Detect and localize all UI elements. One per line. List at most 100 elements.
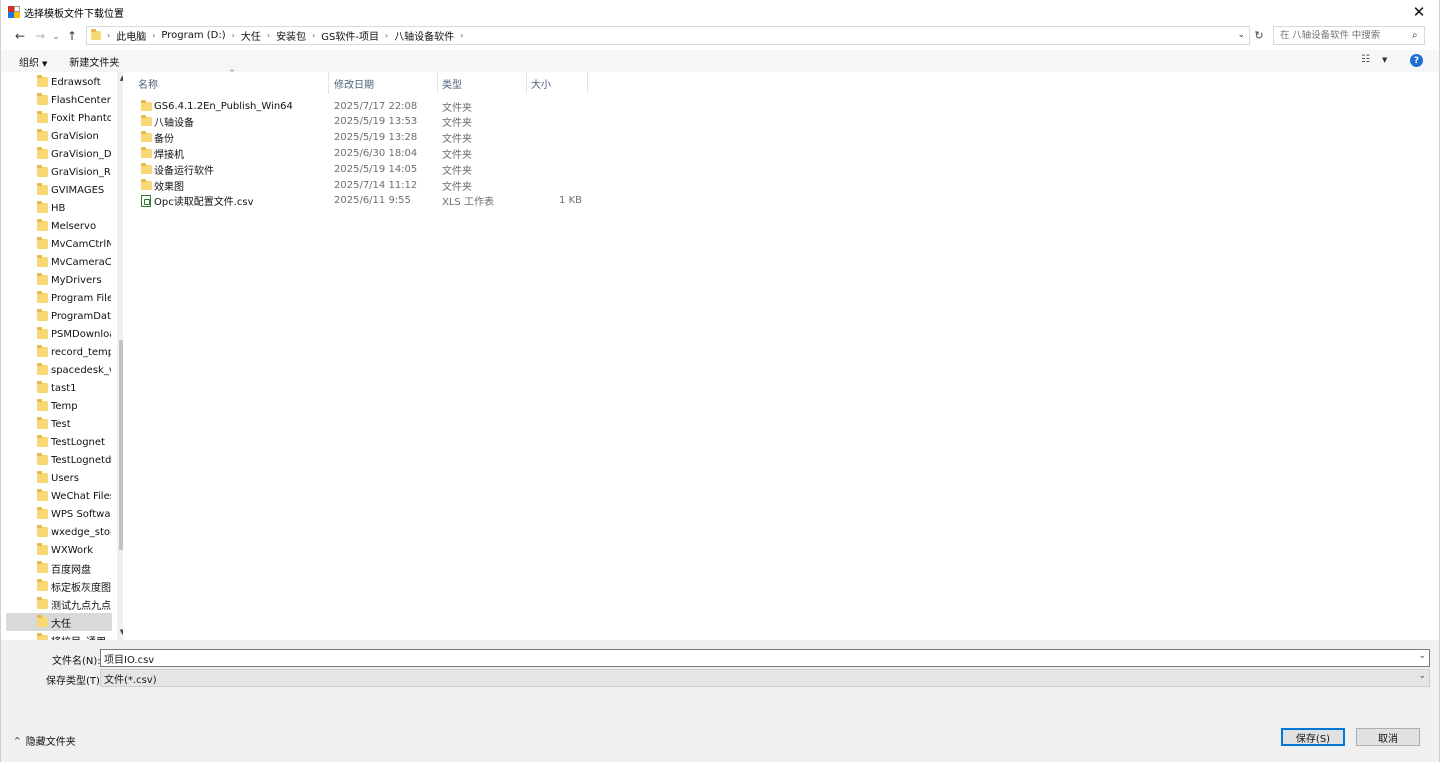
chevron-right-icon[interactable]: › (312, 31, 315, 40)
column-header-type[interactable]: 类型 (439, 72, 527, 94)
sort-ascending-icon: ^ (229, 69, 235, 77)
navigation-bar: ← → ⌄ ↑ › 此电脑 › Program (D:) › 大任 › 安装包 … (0, 24, 1440, 48)
scroll-up-arrow-icon[interactable]: ▲ (117, 74, 123, 82)
sidebar-item[interactable]: 标定板灰度图 (6, 577, 112, 595)
sidebar-item[interactable]: wxedge_storage (6, 523, 112, 541)
search-input[interactable] (1274, 30, 1412, 41)
caret-down-icon[interactable]: ▼ (1382, 56, 1387, 64)
file-type: 文件夹 (442, 118, 472, 130)
sidebar-item[interactable]: GraVision_RELEASE (6, 163, 112, 181)
folder-icon (37, 147, 48, 159)
chevron-down-icon[interactable]: ⌄ (1237, 30, 1245, 40)
sidebar-item[interactable]: MvCameraControl (6, 253, 112, 271)
folder-icon (37, 291, 48, 303)
new-folder-button[interactable]: 新建文件夹 (69, 54, 119, 69)
csv-file-icon (141, 194, 151, 207)
sidebar-item[interactable]: 测试九点九点标定 (6, 595, 112, 613)
column-header-name[interactable]: 名称 ^ (124, 69, 329, 94)
file-list-row[interactable]: 焊接机 2025/6/30 18:04 文件夹 (134, 145, 734, 161)
address-bar[interactable]: › 此电脑 › Program (D:) › 大任 › 安装包 › GS软件-项… (86, 26, 1250, 45)
sidebar-item[interactable]: Users (6, 469, 112, 487)
breadcrumb-item[interactable]: 大任 (241, 28, 261, 43)
breadcrumb-item[interactable]: 此电脑 (116, 28, 146, 43)
sidebar-item[interactable]: HB (6, 199, 112, 217)
sidebar-item[interactable]: WXWork (6, 541, 112, 559)
chevron-down-icon[interactable]: ⌄ (1418, 671, 1426, 681)
chevron-down-icon[interactable]: ⌄ (1418, 651, 1426, 661)
close-button[interactable]: ✕ (1398, 0, 1440, 24)
sidebar-item-label: MvCamCtrlNet (51, 238, 111, 250)
file-list-row[interactable]: 八轴设备 2025/5/19 13:53 文件夹 (134, 114, 734, 130)
help-icon[interactable]: ? (1410, 54, 1423, 67)
column-header-date[interactable]: 修改日期 (330, 72, 438, 94)
sidebar-item[interactable]: GraVision_DEMO (6, 145, 112, 163)
back-arrow-icon[interactable]: ← (10, 25, 30, 47)
file-name: Opc读取配置文件.csv (154, 197, 254, 209)
up-arrow-icon[interactable]: ↑ (62, 25, 82, 47)
column-header-size[interactable]: 大小 (528, 72, 588, 94)
filetype-select[interactable]: 文件(*.csv) ⌄ (100, 669, 1430, 687)
sidebar-scrollbar[interactable]: ▲ ▼ (117, 72, 123, 640)
chevron-right-icon[interactable]: › (232, 31, 235, 40)
chevron-right-icon[interactable]: › (460, 31, 463, 40)
sidebar-item[interactable]: TestLognet (6, 433, 112, 451)
sidebar-item[interactable]: Temp (6, 397, 112, 415)
sidebar-item[interactable]: Melservo (6, 217, 112, 235)
breadcrumb-item[interactable]: Program (D:) (161, 30, 225, 41)
refresh-icon[interactable]: ↻ (1251, 26, 1267, 45)
view-options-icon[interactable]: ☷ (1361, 54, 1370, 65)
cancel-button[interactable]: 取消 (1356, 728, 1420, 746)
sidebar-item[interactable]: tast1 (6, 379, 112, 397)
sidebar-item-label: Foxit PhantomPDF (51, 112, 111, 124)
scrollbar-thumb[interactable] (119, 340, 123, 550)
sidebar-item[interactable]: Program Files (6, 289, 112, 307)
folder-icon (37, 579, 48, 591)
breadcrumb-item[interactable]: GS软件-项目 (321, 28, 379, 43)
title-bar: 选择模板文件下载位置 ✕ (0, 0, 1440, 24)
file-list-row[interactable]: GS6.4.1.2En_Publish_Win64 2025/7/17 22:08… (134, 98, 734, 114)
sidebar-item[interactable]: MvCamCtrlNet (6, 235, 112, 253)
folder-icon (37, 201, 48, 213)
sidebar-item[interactable]: WPS Software (6, 505, 112, 523)
navigation-pane: Edrawsoft FlashCenter Foxit PhantomPDF GraV… (6, 72, 123, 640)
sidebar-item[interactable]: FlashCenter (6, 91, 112, 109)
hide-folders-toggle[interactable]: ^ 隐藏文件夹 (14, 733, 76, 748)
file-date: 2025/5/19 14:05 (334, 163, 418, 175)
save-button[interactable]: 保存(S) (1281, 728, 1345, 746)
breadcrumb-item[interactable]: 安装包 (276, 28, 306, 43)
sidebar-item[interactable]: 将校目_通用 (6, 631, 112, 640)
chevron-right-icon[interactable]: › (385, 31, 388, 40)
sidebar-item[interactable]: Edrawsoft (6, 73, 112, 91)
chevron-right-icon[interactable]: › (267, 31, 270, 40)
file-name: 设备运行软件 (154, 165, 214, 177)
search-icon[interactable]: ⌕ (1412, 30, 1424, 41)
organize-menu-button[interactable]: 组织 ▼ (19, 54, 47, 69)
file-list-row[interactable]: 设备运行软件 2025/5/19 14:05 文件夹 (134, 161, 734, 177)
file-list-row[interactable]: 备份 2025/5/19 13:28 文件夹 (134, 130, 734, 146)
sidebar-item[interactable]: ProgramData (6, 307, 112, 325)
recent-locations-chevron-icon[interactable]: ⌄ (50, 25, 62, 47)
breadcrumb-item[interactable]: 八轴设备软件 (394, 28, 454, 43)
filename-input[interactable]: 项目IO.csv ⌄ (100, 649, 1430, 667)
sidebar-item[interactable]: WeChat Files (6, 487, 112, 505)
sidebar-item[interactable]: 百度网盘 (6, 559, 112, 577)
scroll-down-arrow-icon[interactable]: ▼ (117, 628, 123, 636)
sidebar-item[interactable]: spacedesk_v1 (6, 361, 112, 379)
sidebar-item[interactable]: Foxit PhantomPDF (6, 109, 112, 127)
sidebar-item[interactable]: Test (6, 415, 112, 433)
sidebar-item[interactable]: TestLognetdsf (6, 451, 112, 469)
file-list-row[interactable]: 效果图 2025/7/14 11:12 文件夹 (134, 177, 734, 193)
sidebar-item[interactable]: record_temp (6, 343, 112, 361)
chevron-right-icon[interactable]: › (152, 31, 155, 40)
sidebar-item[interactable]: GraVision (6, 127, 112, 145)
sidebar-item[interactable]: PSMDownload (6, 325, 112, 343)
forward-arrow-icon[interactable]: → (30, 25, 50, 47)
chevron-right-icon[interactable]: › (107, 31, 110, 40)
file-list-row[interactable]: Opc读取配置文件.csv 2025/6/11 9:55 XLS 工作表 1 KB (134, 193, 734, 209)
sidebar-item[interactable]: GVIMAGES (6, 181, 112, 199)
sidebar-item-label: 将校目_通用 (51, 633, 111, 641)
sidebar-item[interactable]: MyDrivers (6, 271, 112, 289)
sidebar-item[interactable]: 大任 (6, 613, 112, 631)
sidebar-item-label: tast1 (51, 382, 77, 394)
search-box[interactable]: ⌕ (1273, 26, 1425, 45)
